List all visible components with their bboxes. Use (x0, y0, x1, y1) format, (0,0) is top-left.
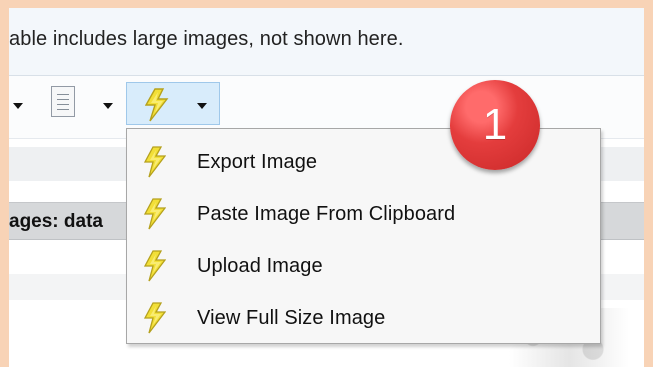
chevron-down-icon[interactable] (103, 103, 113, 109)
menu-item-label: Upload Image (197, 255, 323, 277)
paste-image-menu-item[interactable]: Paste Image From Clipboard (127, 189, 600, 239)
lightning-bolt-icon (145, 88, 169, 122)
document-icon[interactable] (51, 86, 75, 117)
menu-item-label: Paste Image From Clipboard (197, 203, 456, 225)
chevron-down-icon (197, 103, 207, 109)
upload-image-menu-item[interactable]: Upload Image (127, 241, 600, 291)
section-label: ages: data (9, 211, 103, 232)
chevron-down-icon[interactable] (13, 103, 23, 109)
view-full-size-image-menu-item[interactable]: View Full Size Image (127, 293, 600, 343)
lightning-bolt-icon (144, 198, 166, 230)
notice-text: able includes large images, not shown he… (9, 28, 404, 50)
lightning-bolt-icon (144, 302, 166, 334)
large-images-notice: able includes large images, not shown he… (9, 8, 644, 76)
image-tools-dropdown-button[interactable] (126, 82, 220, 125)
screenshot-canvas: able includes large images, not shown he… (0, 0, 653, 367)
image-context-menu: Export Image Paste Image From Clipboard … (126, 128, 601, 344)
menu-item-label: Export Image (197, 151, 318, 173)
lightning-bolt-icon (144, 146, 166, 178)
lightning-bolt-icon (144, 250, 166, 282)
menu-item-label: View Full Size Image (197, 307, 386, 329)
step-number-badge: 1 (450, 80, 540, 170)
